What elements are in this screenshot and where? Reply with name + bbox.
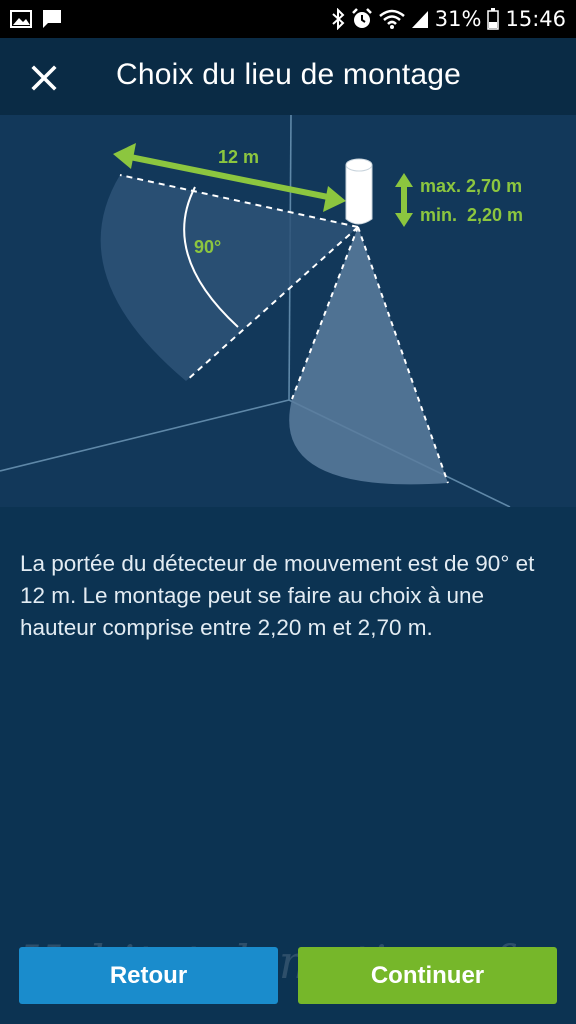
battery-icon <box>487 8 500 30</box>
gallery-icon <box>10 10 32 28</box>
status-bar-left <box>10 9 62 29</box>
height-arrow <box>395 173 413 227</box>
page-title: Choix du lieu de montage <box>116 58 462 91</box>
mounting-illustration: 12 m 90° max. 2,70 m min. 2,20 m <box>0 115 576 507</box>
continue-button[interactable]: Continuer <box>298 947 557 1004</box>
angle-label: 90° <box>194 237 221 257</box>
signal-icon <box>411 9 429 29</box>
status-bar-right: 31% 15:46 <box>331 7 566 31</box>
range-label: 12 m <box>218 147 259 167</box>
wifi-icon <box>378 9 405 29</box>
alarm-icon <box>351 8 373 30</box>
description-text: La portée du détecteur de mouvement est … <box>20 551 535 640</box>
back-button[interactable]: Retour <box>19 947 278 1004</box>
app-bar: Choix du lieu de montage <box>0 38 576 115</box>
motion-sensor <box>345 158 373 225</box>
close-icon <box>31 65 57 91</box>
bluetooth-icon <box>331 8 345 30</box>
status-bar: 31% 15:46 <box>0 0 576 38</box>
close-button[interactable] <box>26 60 62 96</box>
message-icon <box>42 9 62 29</box>
battery-percent: 31% <box>434 7 482 31</box>
height-min-label: min. 2,20 m <box>420 205 523 225</box>
clock: 15:46 <box>505 7 566 31</box>
height-max-label: max. 2,70 m <box>420 176 522 196</box>
